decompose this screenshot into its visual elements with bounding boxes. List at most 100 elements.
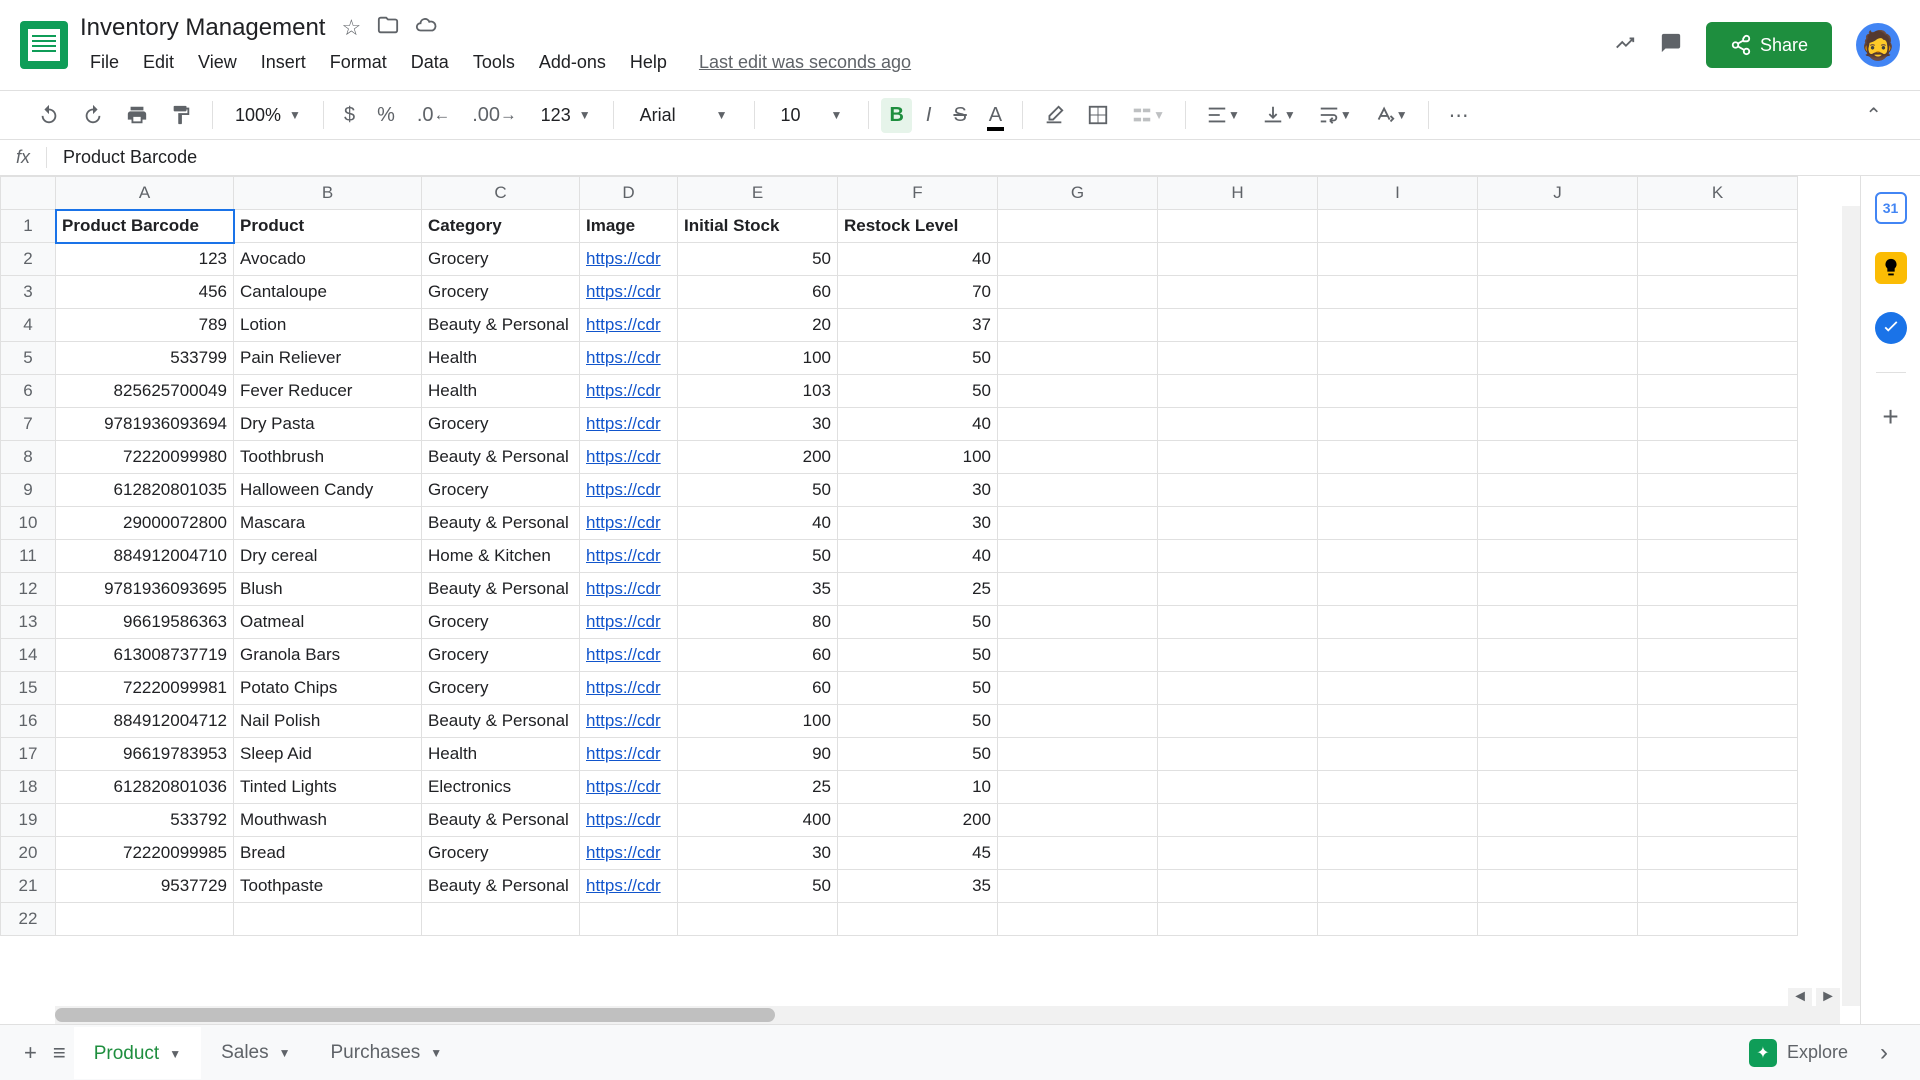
cell[interactable] xyxy=(998,705,1158,738)
cell[interactable]: Health xyxy=(422,342,580,375)
cell[interactable]: 533792 xyxy=(56,804,234,837)
row-header[interactable]: 10 xyxy=(1,507,56,540)
cell[interactable]: https://cdr xyxy=(580,870,678,903)
horizontal-scrollbar[interactable] xyxy=(55,1006,1840,1024)
cell[interactable]: Home & Kitchen xyxy=(422,540,580,573)
cell[interactable] xyxy=(1638,243,1798,276)
cell[interactable] xyxy=(1318,375,1478,408)
cell[interactable]: 35 xyxy=(838,870,998,903)
cell[interactable] xyxy=(1318,639,1478,672)
cell[interactable]: Product xyxy=(234,210,422,243)
text-rotation-button[interactable]: ▼ xyxy=(1366,98,1416,132)
add-sheet-button[interactable]: + xyxy=(16,1030,45,1076)
cell[interactable]: Dry cereal xyxy=(234,540,422,573)
cell[interactable] xyxy=(998,276,1158,309)
cell[interactable]: https://cdr xyxy=(580,507,678,540)
cell[interactable] xyxy=(998,870,1158,903)
cell[interactable] xyxy=(1318,309,1478,342)
cell[interactable] xyxy=(838,903,998,936)
cell[interactable]: Beauty & Personal xyxy=(422,441,580,474)
cell[interactable] xyxy=(1638,771,1798,804)
cell[interactable]: https://cdr xyxy=(580,441,678,474)
menu-edit[interactable]: Edit xyxy=(133,48,184,77)
cell[interactable] xyxy=(1638,705,1798,738)
cell[interactable]: https://cdr xyxy=(580,309,678,342)
cell[interactable]: 50 xyxy=(838,375,998,408)
bold-button[interactable]: B xyxy=(881,98,911,133)
cell[interactable]: Fever Reducer xyxy=(234,375,422,408)
menu-addons[interactable]: Add-ons xyxy=(529,48,616,77)
cell[interactable]: https://cdr xyxy=(580,804,678,837)
cell[interactable] xyxy=(1158,342,1318,375)
cell[interactable] xyxy=(1318,837,1478,870)
cell[interactable] xyxy=(1638,639,1798,672)
cell[interactable] xyxy=(998,639,1158,672)
cell[interactable] xyxy=(998,441,1158,474)
cell[interactable]: Bread xyxy=(234,837,422,870)
cell[interactable]: https://cdr xyxy=(580,243,678,276)
text-color-button[interactable]: A xyxy=(981,98,1010,133)
row-header[interactable]: 12 xyxy=(1,573,56,606)
cell[interactable] xyxy=(1158,309,1318,342)
cell[interactable] xyxy=(1478,243,1638,276)
cell[interactable]: 50 xyxy=(838,738,998,771)
all-sheets-button[interactable]: ≡ xyxy=(45,1030,74,1076)
row-header[interactable]: 2 xyxy=(1,243,56,276)
cell[interactable]: Grocery xyxy=(422,672,580,705)
column-header-A[interactable]: A xyxy=(56,177,234,210)
cell[interactable]: 50 xyxy=(838,705,998,738)
column-header-H[interactable]: H xyxy=(1158,177,1318,210)
horizontal-align-button[interactable]: ▼ xyxy=(1198,98,1248,132)
cell[interactable] xyxy=(1478,342,1638,375)
cell[interactable] xyxy=(1158,540,1318,573)
row-header[interactable]: 11 xyxy=(1,540,56,573)
cell[interactable]: 789 xyxy=(56,309,234,342)
user-avatar[interactable]: 🧔 xyxy=(1856,23,1900,67)
cell[interactable] xyxy=(1638,342,1798,375)
cell[interactable] xyxy=(1478,210,1638,243)
cell[interactable] xyxy=(1638,804,1798,837)
cell[interactable] xyxy=(1478,606,1638,639)
cell[interactable]: 70 xyxy=(838,276,998,309)
cell[interactable] xyxy=(998,837,1158,870)
cell[interactable] xyxy=(1318,705,1478,738)
cell[interactable] xyxy=(1318,276,1478,309)
cell[interactable]: 45 xyxy=(838,837,998,870)
cloud-status-icon[interactable] xyxy=(415,14,437,42)
percent-button[interactable]: % xyxy=(369,98,403,133)
cell[interactable]: Product Barcode xyxy=(56,210,234,243)
vertical-align-button[interactable]: ▼ xyxy=(1254,98,1304,132)
undo-button[interactable] xyxy=(30,98,68,132)
cell[interactable]: Health xyxy=(422,375,580,408)
cell[interactable] xyxy=(1638,540,1798,573)
cell[interactable]: 612820801036 xyxy=(56,771,234,804)
cell[interactable] xyxy=(998,474,1158,507)
cell[interactable]: 10 xyxy=(838,771,998,804)
cell[interactable]: Oatmeal xyxy=(234,606,422,639)
cell[interactable] xyxy=(1318,342,1478,375)
cell[interactable]: 200 xyxy=(838,804,998,837)
cell[interactable]: 50 xyxy=(838,672,998,705)
cell[interactable]: 20 xyxy=(678,309,838,342)
row-header[interactable]: 18 xyxy=(1,771,56,804)
cell[interactable]: 456 xyxy=(56,276,234,309)
cell[interactable]: 30 xyxy=(678,837,838,870)
cell[interactable] xyxy=(1478,375,1638,408)
italic-button[interactable]: I xyxy=(918,98,940,133)
cell[interactable] xyxy=(1638,474,1798,507)
cell[interactable]: https://cdr xyxy=(580,672,678,705)
cell[interactable] xyxy=(998,375,1158,408)
share-button[interactable]: Share xyxy=(1706,22,1832,68)
cell[interactable] xyxy=(1638,441,1798,474)
cell[interactable]: 80 xyxy=(678,606,838,639)
cell[interactable]: 100 xyxy=(838,441,998,474)
cell[interactable] xyxy=(1318,507,1478,540)
cell[interactable] xyxy=(1478,474,1638,507)
cell[interactable]: https://cdr xyxy=(580,408,678,441)
cell[interactable] xyxy=(422,903,580,936)
column-header-F[interactable]: F xyxy=(838,177,998,210)
cell[interactable]: 30 xyxy=(678,408,838,441)
fill-color-button[interactable] xyxy=(1035,98,1073,132)
cell[interactable] xyxy=(998,342,1158,375)
sheet-tab-product[interactable]: Product ▼ xyxy=(74,1027,201,1079)
